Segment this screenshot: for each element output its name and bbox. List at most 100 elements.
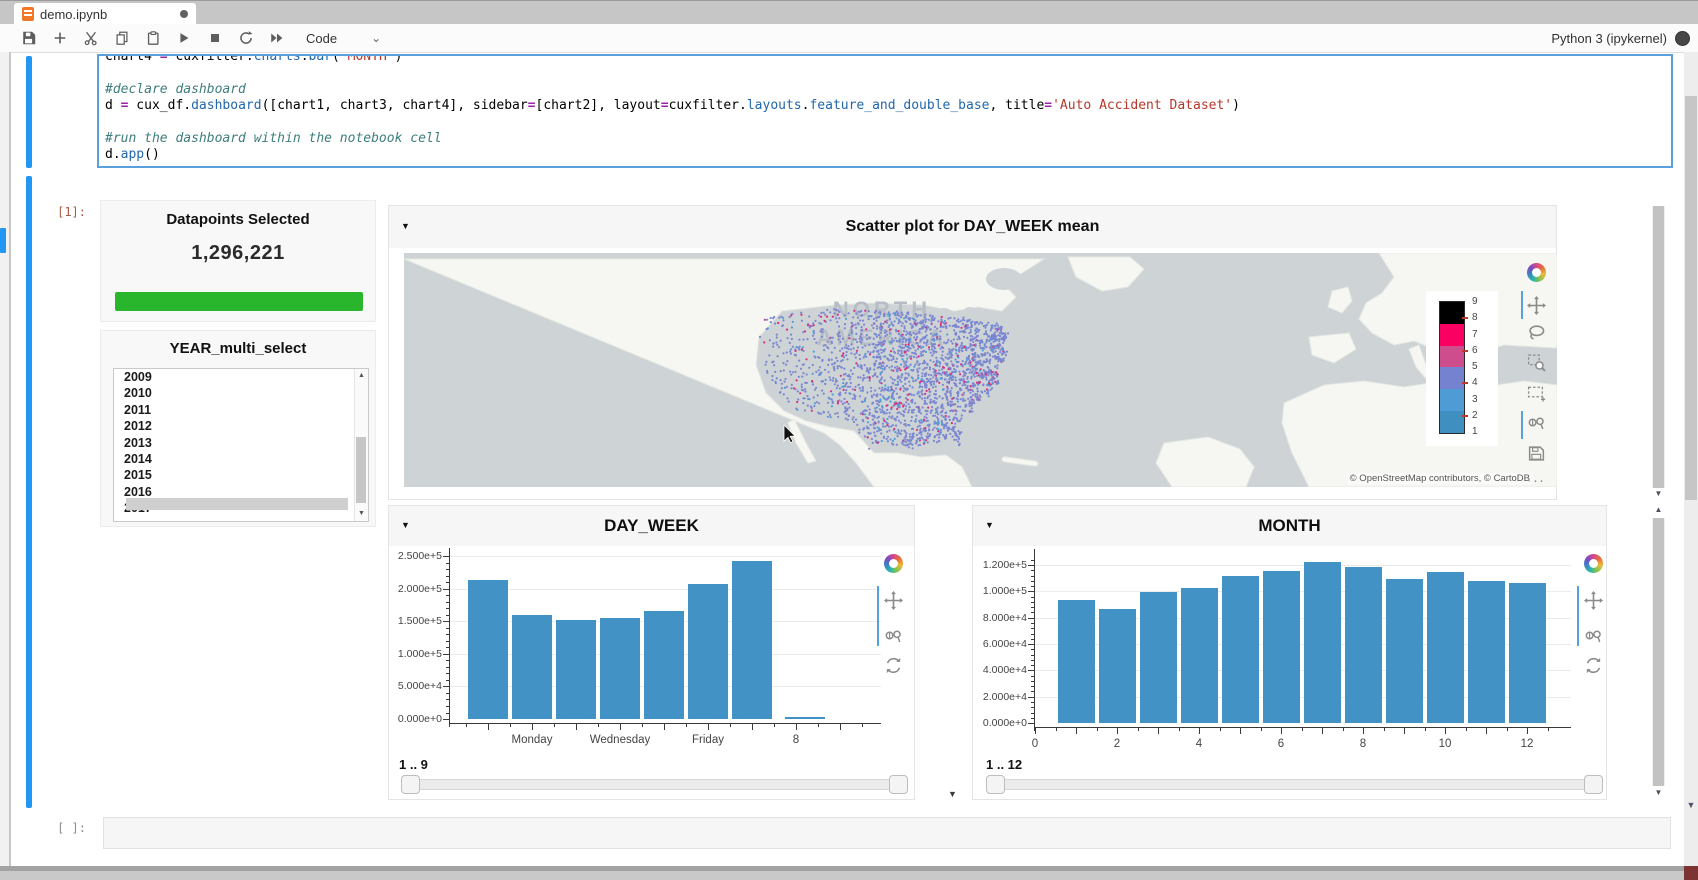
bar[interactable] — [1304, 562, 1341, 723]
bokeh-logo-icon[interactable] — [1582, 552, 1604, 574]
box-select-icon[interactable] — [1525, 381, 1547, 403]
lasso-select-icon[interactable] — [1525, 321, 1547, 343]
dashboard-scrollbar-bottom[interactable] — [1652, 518, 1665, 786]
reset-tool-icon[interactable] — [882, 654, 904, 676]
day-week-plot[interactable]: 0.000e+05.000e+41.000e+51.500e+52.000e+5… — [389, 506, 914, 799]
month-plot[interactable]: 0.000e+02.000e+44.000e+46.000e+48.000e+4… — [973, 506, 1606, 799]
pan-tool-icon[interactable] — [1525, 294, 1547, 316]
bar[interactable] — [512, 615, 552, 719]
scroll-thumb[interactable] — [1653, 206, 1664, 488]
panel-resize-caret-icon[interactable]: ▼ — [948, 789, 957, 799]
map-toolbar: ··· — [1525, 253, 1549, 487]
tap-select-icon[interactable] — [1525, 411, 1547, 433]
output-cell-collapser[interactable] — [26, 176, 32, 808]
empty-code-cell[interactable] — [103, 817, 1671, 849]
box-zoom-icon[interactable] — [1525, 351, 1547, 373]
bar[interactable] — [1263, 571, 1300, 723]
main-scroll-down-icon[interactable]: ▼ — [1684, 800, 1698, 810]
add-cell-icon[interactable] — [51, 29, 69, 47]
scroll-down-icon[interactable]: ▼ — [1652, 788, 1665, 797]
colorbar-tick-label: 8 — [1472, 312, 1478, 323]
bar[interactable] — [556, 620, 596, 719]
kernel-status-icon[interactable] — [1675, 31, 1690, 46]
slider-handle-left[interactable] — [401, 775, 420, 794]
scroll-up-icon[interactable]: ▲ — [1652, 505, 1665, 514]
bottom-scrollbar-track[interactable] — [0, 866, 1698, 880]
x-tick — [1343, 728, 1344, 731]
bokeh-logo-icon[interactable] — [1525, 261, 1547, 283]
bar[interactable] — [732, 561, 772, 719]
pan-tool-icon[interactable] — [882, 589, 904, 611]
month-range-slider[interactable] — [986, 779, 1601, 790]
y-tick-label: 5.000e+4 — [390, 680, 442, 692]
slider-track[interactable] — [986, 779, 1601, 790]
slider-track[interactable] — [401, 779, 906, 790]
bar[interactable] — [1140, 592, 1177, 723]
bar[interactable] — [1386, 579, 1423, 723]
x-tick — [862, 724, 863, 727]
x-tick-label: Monday — [486, 734, 578, 746]
bar[interactable] — [468, 580, 508, 719]
slider-handle-left[interactable] — [986, 775, 1005, 794]
code-cell-editor[interactable]: chart4 = cuxfilter.charts.bar('MONTH')#d… — [97, 54, 1673, 168]
month-toolbar — [1582, 552, 1606, 682]
dashboard-scrollbar-top[interactable] — [1652, 206, 1665, 488]
year-scroll-thumb[interactable] — [356, 437, 366, 503]
scroll-up-icon[interactable]: ▲ — [355, 371, 368, 381]
kernel-name[interactable]: Python 3 (ipykernel) — [1551, 31, 1667, 46]
bokeh-logo-icon[interactable] — [882, 552, 904, 574]
bar[interactable] — [644, 611, 684, 719]
collapse-caret-icon[interactable]: ▼ — [401, 221, 410, 231]
scatter-map-canvas[interactable]: NORTHAMERICA 987654321 ··· © OpenStreetM… — [404, 253, 1557, 487]
bar[interactable] — [1345, 567, 1382, 723]
scroll-down-icon[interactable]: ▼ — [1652, 489, 1665, 498]
save-tool-icon[interactable] — [1525, 442, 1547, 464]
paste-icon[interactable] — [144, 29, 162, 47]
main-scrollbar[interactable] — [1684, 52, 1698, 866]
scroll-thumb[interactable] — [1653, 518, 1664, 786]
bar[interactable] — [1427, 572, 1464, 723]
run-icon[interactable] — [175, 29, 193, 47]
restart-icon[interactable] — [237, 29, 255, 47]
bar[interactable] — [688, 584, 728, 719]
year-option-2011[interactable]: 2011 — [114, 402, 368, 418]
colorbar-tick-label: 6 — [1472, 345, 1478, 356]
toolbar-icons — [0, 29, 286, 47]
year-option-2014[interactable]: 2014 — [114, 451, 368, 467]
pan-tool-icon[interactable] — [1582, 589, 1604, 611]
stop-icon[interactable] — [206, 29, 224, 47]
year-option-2015[interactable]: 2015 — [114, 467, 368, 483]
tap-select-icon[interactable] — [1582, 624, 1604, 646]
bar[interactable] — [1468, 581, 1505, 723]
bar[interactable] — [1222, 576, 1259, 723]
year-listbox[interactable]: 200920102011201220132014201520162017 ▲ ▼ — [113, 368, 369, 522]
bar[interactable] — [1099, 609, 1136, 723]
bar[interactable] — [1181, 588, 1218, 723]
save-icon[interactable] — [20, 29, 38, 47]
cell-type-select[interactable]: Code ⌄ — [306, 31, 381, 46]
tab-demo-ipynb[interactable]: demo.ipynb — [14, 3, 196, 25]
x-tick — [1281, 728, 1282, 734]
year-horizontal-scrollbar[interactable] — [126, 498, 348, 510]
main-scroll-thumb[interactable] — [1685, 96, 1697, 500]
bar[interactable] — [1509, 583, 1546, 723]
copy-icon[interactable] — [113, 29, 131, 47]
input-cell-collapser[interactable] — [26, 56, 32, 168]
year-option-2012[interactable]: 2012 — [114, 418, 368, 434]
scroll-down-icon[interactable]: ▼ — [355, 509, 368, 519]
cut-icon[interactable] — [82, 29, 100, 47]
run-all-icon[interactable] — [268, 29, 286, 47]
tap-select-icon[interactable] — [882, 624, 904, 646]
reset-tool-icon[interactable] — [1582, 654, 1604, 676]
slider-handle-right[interactable] — [889, 775, 908, 794]
slider-handle-right[interactable] — [1584, 775, 1603, 794]
day-week-range-slider[interactable] — [401, 779, 906, 790]
year-vertical-scrollbar[interactable]: ▲ ▼ — [354, 369, 368, 521]
gridline — [449, 589, 881, 590]
year-option-2013[interactable]: 2013 — [114, 435, 368, 451]
bar[interactable] — [785, 717, 825, 719]
year-option-2010[interactable]: 2010 — [114, 385, 368, 401]
bar[interactable] — [1058, 600, 1095, 723]
bar[interactable] — [600, 618, 640, 719]
year-option-2009[interactable]: 2009 — [114, 369, 368, 385]
